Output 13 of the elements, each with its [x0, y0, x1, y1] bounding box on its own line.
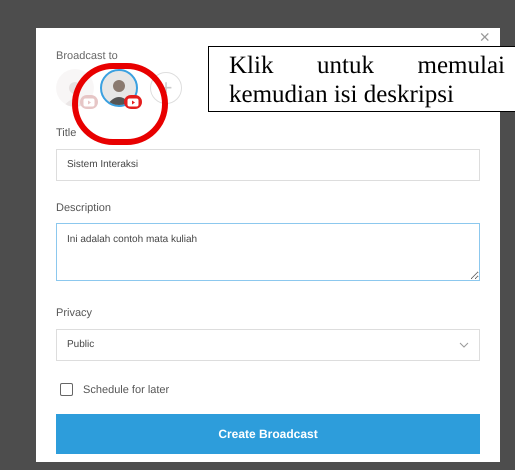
callout-text: Klik untuk memulai kemudian isi deskripsi — [229, 51, 505, 109]
field-label: Description — [56, 200, 112, 216]
checkbox-label: Schedule for later — [83, 382, 170, 398]
field-label: Privacy — [56, 306, 94, 321]
video-play-icon — [124, 95, 142, 109]
schedule-checkbox[interactable] — [60, 383, 73, 396]
privacy-dropdown[interactable]: Public — [56, 328, 480, 360]
video-play-icon — [80, 95, 98, 109]
description-field[interactable]: Ini adalah contoh mata kuliah — [56, 223, 480, 281]
field-label: Broadcast to — [56, 49, 118, 64]
chevron-down-icon — [459, 342, 469, 348]
title-field[interactable]: Sistem Interaksi — [56, 148, 480, 180]
field-label: Title — [56, 126, 78, 141]
